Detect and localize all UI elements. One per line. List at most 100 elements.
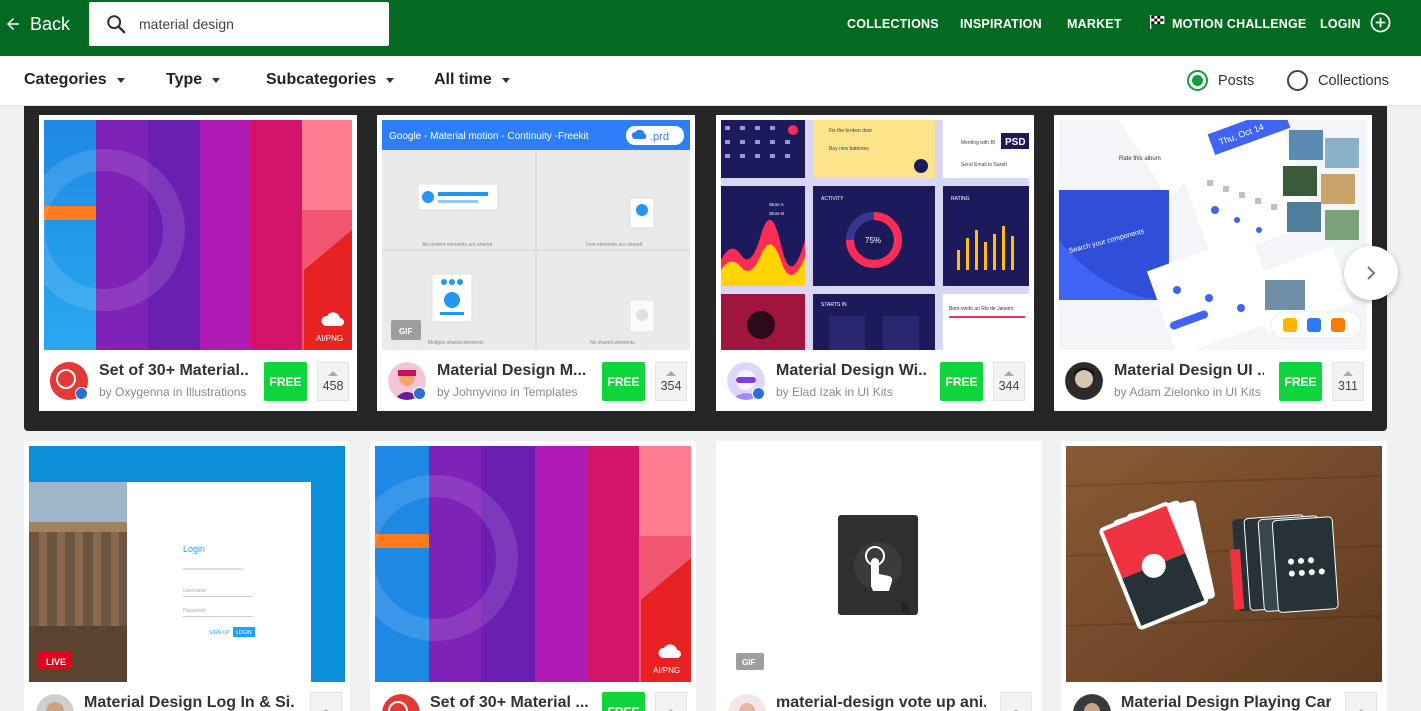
author-avatar[interactable] [36,694,74,711]
vote-count: 344 [998,378,1020,393]
filter-subcategories[interactable]: Subcategories [266,71,395,89]
playing-cards-artwork [1066,446,1382,682]
author-avatar[interactable] [382,694,420,711]
upvote-button[interactable]: 344 [993,362,1025,401]
vote-up-animation-artwork: GIF [721,446,1037,682]
card-byline: by Oxygenna in Illustrations [99,385,247,399]
featured-card[interactable]: Google - Material motion - Continuity -F… [377,115,695,411]
carousel-next-button[interactable] [1344,246,1398,300]
card-thumbnail[interactable]: AI/PNG [44,120,352,350]
filter-type[interactable]: Type [166,71,221,89]
live-badge: LIVE [46,657,66,667]
nav-login[interactable]: LOGIN [1320,17,1361,31]
upvote-button[interactable] [1000,692,1032,711]
thumb-text: Bem-vindo ao Rio de Janeiro [949,306,1014,312]
card-thumbnail[interactable]: Thu, Oct 14 Search your components Rate … [1059,120,1367,350]
filter-bar: Categories Type Subcategories All time P… [0,56,1421,106]
upvote-button[interactable]: 311 [1332,362,1364,401]
verified-badge-icon [752,387,765,400]
material-ui-kit-artwork: Thu, Oct 14 Search your components Rate … [1059,120,1367,350]
thumb-text: Password [183,608,205,614]
thumb-text: Buy new batteries [829,146,869,152]
thumb-badge: AI/PNG [653,666,680,675]
free-tag[interactable]: FREE [264,362,307,401]
author-avatar[interactable] [1065,362,1103,400]
plus-circle-icon[interactable] [1370,12,1391,33]
nav-market[interactable]: MARKET [1067,17,1122,31]
card-title[interactable]: Material Design Playing Car... [1121,694,1331,711]
grid-card[interactable]: Login Username Password SIGN UP LOGIN LI… [24,441,350,711]
featured-card[interactable]: Fix the broken door Buy new batteries Me… [716,115,1034,411]
grid-card[interactable]: AI/PNG Set of 30+ Material ... FREE [370,441,696,711]
card-title[interactable]: Set of 30+ Material ... [430,694,590,711]
radio-empty-icon [1287,70,1308,91]
radio-selected-icon [1187,70,1208,91]
upvote-arrow-icon [666,370,676,376]
author-avatar[interactable] [1073,694,1111,711]
card-thumbnail[interactable]: AI/PNG [375,446,691,682]
thumb-text: SIGN UP [209,630,230,636]
grid-card[interactable]: Material Design Playing Car... [1061,441,1387,711]
top-app-bar: Back COLLECTIONS INSPIRATION MARKET MOTI… [0,0,1421,56]
free-tag[interactable]: FREE [602,692,645,711]
upvote-button[interactable]: 354 [655,362,687,401]
card-thumbnail[interactable]: Fix the broken door Buy new batteries Me… [721,120,1029,350]
upvote-button[interactable] [310,692,342,711]
thumb-label: Multiple shared elements [428,340,484,346]
author-avatar[interactable] [728,694,766,711]
card-thumbnail[interactable]: Login Username Password SIGN UP LOGIN LI… [29,446,345,682]
search-icon [107,15,126,34]
card-title[interactable]: Material Design M... [437,362,587,380]
thumb-text: Store A [769,202,784,207]
nav-motion-challenge[interactable]: MOTION CHALLENGE [1172,17,1306,31]
card-byline: by Adam Zielonko in UI Kits [1114,385,1261,399]
card-thumbnail[interactable] [1066,446,1382,682]
card-title[interactable]: Material Design Wi... [776,362,926,380]
dropdown-caret-icon [212,78,221,83]
card-byline: by Elad Izak in UI Kits [776,385,893,399]
card-title[interactable]: material-design vote up ani... [776,694,986,711]
free-tag[interactable]: FREE [940,362,983,401]
free-tag[interactable]: FREE [602,362,645,401]
card-thumbnail[interactable]: GIF [721,446,1037,682]
radio-collections[interactable]: Collections [1287,70,1389,91]
filter-categories[interactable]: Categories [24,71,125,89]
vote-count: 354 [660,378,682,393]
thumb-text: Login [183,544,205,554]
thumb-text: RATING [951,196,970,202]
thumb-tag-text: .prd [650,131,669,143]
filter-time[interactable]: All time [434,71,510,89]
upvote-button[interactable] [1345,692,1377,711]
search-box[interactable] [89,2,389,46]
nav-collections[interactable]: COLLECTIONS [847,17,939,31]
vote-count: 311 [1338,378,1358,393]
dropdown-caret-icon [386,78,395,83]
thumb-text: Fix the broken door [829,128,872,134]
upvote-button[interactable] [655,692,687,711]
nav-inspiration[interactable]: INSPIRATION [960,17,1042,31]
thumb-text: Rate this album [1119,156,1161,162]
thumb-text: STARTS IN [821,302,847,308]
card-title[interactable]: Material Design Log In & Si... [84,694,294,711]
card-title[interactable]: Set of 30+ Material... [99,362,249,380]
psd-badge: PSD [1005,137,1026,148]
thumb-badge: AI/PNG [316,334,343,343]
radio-posts[interactable]: Posts [1187,70,1254,91]
back-button[interactable]: Back [4,12,70,36]
login-screen-artwork: Login Username Password SIGN UP LOGIN LI… [29,446,345,682]
upvote-arrow-icon [1343,370,1353,376]
card-thumbnail[interactable]: Google - Material motion - Continuity -F… [382,120,690,350]
featured-card[interactable]: AI/PNG Set of 30+ Material... by Oxygenn… [39,115,357,411]
search-input[interactable] [139,12,369,36]
thumb-text: Store B [769,211,784,216]
card-title[interactable]: Material Design UI ... [1114,362,1264,380]
gif-badge: GIF [742,658,755,667]
grid-card[interactable]: GIF material-design vote up ani... [716,441,1042,711]
radio-label: Collections [1318,72,1389,89]
upvote-arrow-icon [1004,370,1014,376]
thumb-text: Send Email to Sarah [961,162,1007,168]
dropdown-caret-icon [501,78,510,83]
featured-card[interactable]: Thu, Oct 14 Search your components Rate … [1054,115,1372,411]
upvote-button[interactable]: 458 [317,362,349,401]
free-tag[interactable]: FREE [1279,362,1322,401]
